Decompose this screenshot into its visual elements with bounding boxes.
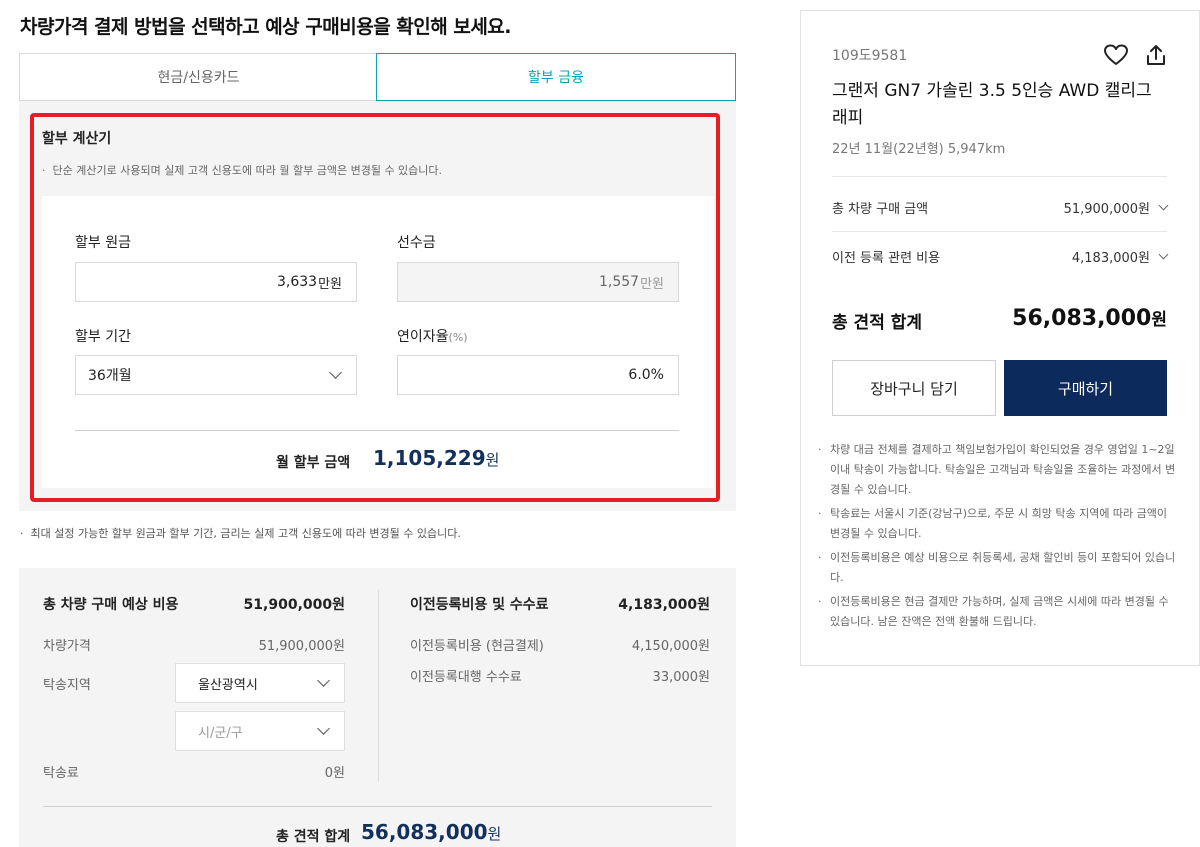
term-select[interactable]: 36개월 xyxy=(75,355,357,395)
down-payment-input: 1,557 만원 xyxy=(397,262,679,302)
chevron-down-icon xyxy=(329,366,342,379)
principal-unit: 만원 xyxy=(318,276,342,292)
monthly-payment-value: 1,105,229원 xyxy=(373,446,500,470)
region-district-select[interactable]: 시/군/구 xyxy=(175,711,345,751)
divider xyxy=(75,430,679,431)
agency-fee-label: 이전등록대행 수수료 xyxy=(410,670,522,685)
installment-disclaimer: · 최대 설정 가능한 할부 원금과 할부 기간, 금리는 실제 고객 신용도에… xyxy=(20,527,461,540)
list-item: 차량 대금 전체를 결제하고 책임보험가입이 확인되었을 경우 영업일 1~2일… xyxy=(816,440,1176,500)
car-name: 그랜저 GN7 가솔린 3.5 5인승 AWD 캘리그래피 xyxy=(832,81,1152,128)
divider xyxy=(378,590,379,782)
total-purchase-value: 51,900,000원 xyxy=(1063,202,1150,217)
divider xyxy=(43,806,712,807)
principal-input[interactable]: 3,633 만원 xyxy=(75,262,357,302)
divider xyxy=(832,176,1167,177)
vehicle-price-value: 51,900,000원 xyxy=(258,639,345,654)
share-icon[interactable] xyxy=(1145,43,1167,67)
transfer-related-label: 이전 등록 관련 비용 xyxy=(832,251,941,266)
divider xyxy=(832,231,1167,232)
vehicle-cost-header-value: 51,900,000원 xyxy=(243,597,345,613)
car-year-mileage: 22년 11월(22년형) 5,947km xyxy=(832,142,1006,157)
list-item: 이전등록비용은 현금 결제만 가능하며, 실제 금액은 시세에 따라 변경될 수… xyxy=(816,592,1176,632)
chevron-down-icon xyxy=(317,722,330,735)
tab-installment-finance[interactable]: 할부 금융 xyxy=(376,53,736,101)
card-notes: 차량 대금 전체를 결제하고 책임보험가입이 확인되었을 경우 영업일 1~2일… xyxy=(816,440,1176,636)
page-title: 차량가격 결제 방법을 선택하고 예상 구매비용을 확인해 보세요. xyxy=(20,16,512,38)
transfer-cost-header-value: 4,183,000원 xyxy=(618,597,710,613)
card-total-value: 56,083,000원 xyxy=(1012,306,1167,331)
region-city-value: 울산광역시 xyxy=(198,677,258,693)
region-district-placeholder: 시/군/구 xyxy=(198,725,243,741)
chevron-down-icon xyxy=(1158,200,1169,211)
rate-label: 연이자율(%) xyxy=(397,329,468,345)
term-value: 36개월 xyxy=(88,368,132,384)
down-payment-value: 1,557 xyxy=(598,274,640,290)
down-payment-unit: 만원 xyxy=(640,276,664,292)
region-city-select[interactable]: 울산광역시 xyxy=(175,663,345,703)
add-to-cart-button[interactable]: 장바구니 담기 xyxy=(832,360,996,416)
heart-icon[interactable] xyxy=(1104,44,1128,66)
delivery-fee-label: 탁송료 xyxy=(43,766,79,781)
total-purchase-toggle[interactable]: 51,900,000원 xyxy=(1000,198,1169,217)
down-payment-label: 선수금 xyxy=(397,235,436,251)
estimate-total-value: 56,083,000원 xyxy=(361,820,502,844)
transfer-related-toggle[interactable]: 4,183,000원 xyxy=(1000,247,1169,266)
term-label: 할부 기간 xyxy=(75,329,131,345)
calculator-title: 할부 계산기 xyxy=(42,131,112,147)
list-item: 이전등록비용은 예상 비용으로 취등록세, 공채 할인비 등이 포함되어 있습니… xyxy=(816,548,1176,588)
vehicle-price-label: 차량가격 xyxy=(43,639,91,654)
chevron-down-icon xyxy=(317,674,330,687)
transfer-fee-value: 4,150,000원 xyxy=(631,639,710,654)
transfer-cost-header: 이전등록비용 및 수수료 xyxy=(410,597,549,613)
card-total-label: 총 견적 합계 xyxy=(832,313,923,333)
buy-button[interactable]: 구매하기 xyxy=(1004,360,1167,416)
transfer-fee-label: 이전등록비용 (현금결제) xyxy=(410,639,544,654)
delivery-region-label: 탁송지역 xyxy=(43,678,91,693)
tab-cash-card[interactable]: 현금/신용카드 xyxy=(19,53,377,101)
delivery-fee-value: 0원 xyxy=(324,766,345,781)
estimate-total-label: 총 견적 합계 xyxy=(276,829,351,845)
principal-value: 3,633 xyxy=(276,274,318,290)
vehicle-cost-header: 총 차량 구매 예상 비용 xyxy=(43,597,179,613)
rate-value: 6.0% xyxy=(628,367,664,383)
calculator-note: · 단순 계산기로 사용되며 실제 고객 신용도에 따라 월 할부 금액은 변경… xyxy=(42,164,443,177)
transfer-related-value: 4,183,000원 xyxy=(1071,251,1150,266)
list-item: 탁송료는 서울시 기준(강남구)으로, 주문 시 희망 탁송 지역에 따라 금액… xyxy=(816,504,1176,544)
total-purchase-label: 총 차량 구매 금액 xyxy=(832,202,929,217)
chevron-down-icon xyxy=(1158,249,1169,260)
rate-input[interactable]: 6.0% xyxy=(397,355,679,395)
agency-fee-value: 33,000원 xyxy=(652,670,710,685)
principal-label: 할부 원금 xyxy=(75,235,131,251)
license-plate: 109도9581 xyxy=(832,48,908,64)
monthly-payment-label: 월 할부 금액 xyxy=(276,455,351,471)
